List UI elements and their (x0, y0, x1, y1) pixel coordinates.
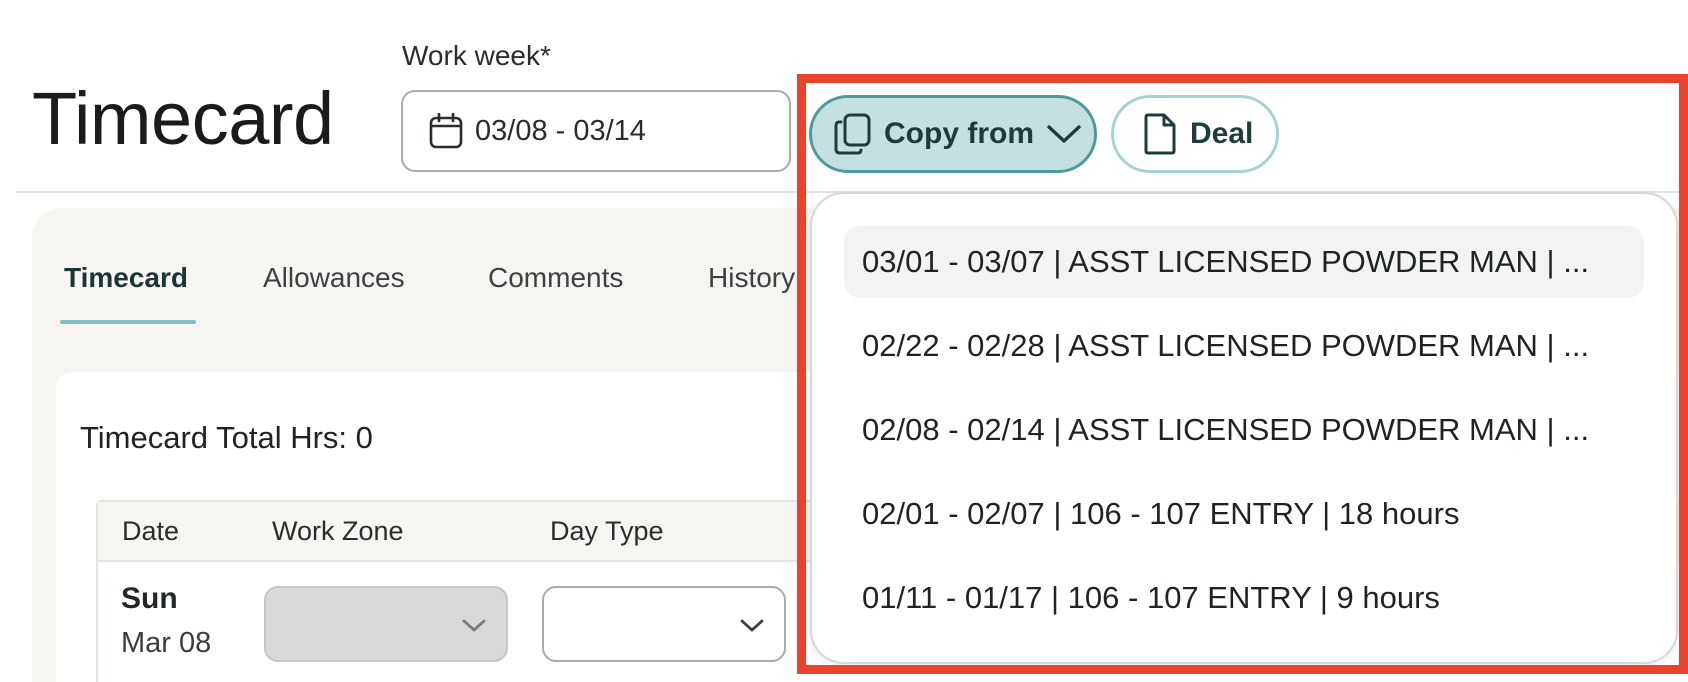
row-day-date: Mar 08 (121, 627, 212, 659)
column-header-date: Date (122, 516, 180, 546)
chevron-down-icon (462, 619, 486, 632)
work-zone-select[interactable] (264, 586, 508, 662)
copy-option[interactable]: 01/11 - 01/17 | 106 - 107 ENTRY | 9 hour… (844, 562, 1644, 634)
copy-icon (834, 113, 871, 155)
active-tab-indicator (60, 320, 196, 324)
chevron-down-icon (1047, 125, 1081, 143)
page-title: Timecard (32, 77, 334, 160)
row-day-name: Sun (121, 582, 178, 615)
chevron-down-icon (740, 619, 764, 632)
copy-option[interactable]: 02/08 - 02/14 | ASST LICENSED POWDER MAN… (844, 394, 1644, 466)
timecard-total-hours: Timecard Total Hrs: 0 (80, 420, 373, 455)
copy-from-label: Copy from (884, 117, 1034, 150)
document-icon (1144, 113, 1176, 155)
work-week-field[interactable]: 03/08 - 03/14 (401, 90, 791, 172)
copy-from-dropdown: 03/01 - 03/07 | ASST LICENSED POWDER MAN… (810, 192, 1678, 664)
copy-option[interactable]: 02/22 - 02/28 | ASST LICENSED POWDER MAN… (844, 310, 1644, 382)
day-type-select[interactable] (542, 586, 786, 662)
column-header-work-zone: Work Zone (272, 516, 404, 546)
calendar-icon (429, 113, 463, 149)
tab-history[interactable]: History (708, 262, 795, 294)
tab-allowances[interactable]: Allowances (263, 262, 405, 294)
work-week-label: Work week* (402, 40, 551, 71)
deal-label: Deal (1190, 117, 1254, 150)
copy-option[interactable]: 02/01 - 02/07 | 106 - 107 ENTRY | 18 hou… (844, 478, 1644, 550)
deal-button[interactable]: Deal (1111, 95, 1279, 173)
tab-timecard[interactable]: Timecard (64, 262, 188, 294)
work-week-value: 03/08 - 03/14 (475, 114, 646, 147)
column-header-day-type: Day Type (550, 516, 664, 546)
copy-from-button[interactable]: Copy from (809, 95, 1097, 173)
tab-comments[interactable]: Comments (488, 262, 623, 294)
copy-option[interactable]: 03/01 - 03/07 | ASST LICENSED POWDER MAN… (844, 226, 1644, 298)
timecard-page: Timecard Work week* 03/08 - 03/14 Copy f… (0, 0, 1688, 682)
